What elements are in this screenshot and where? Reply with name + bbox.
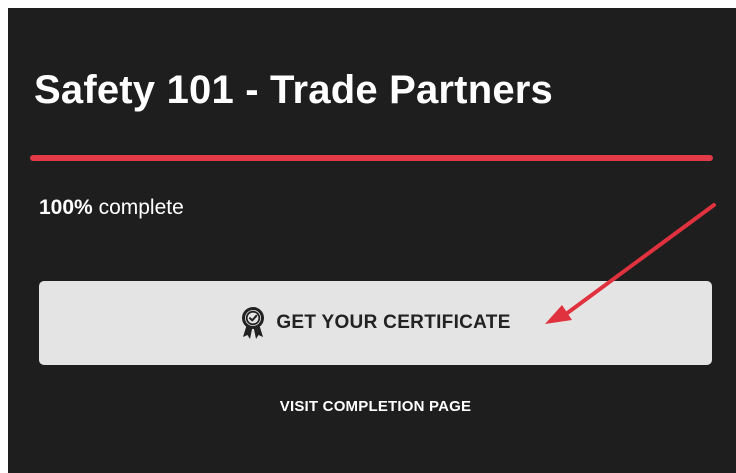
- course-title: Safety 101 - Trade Partners: [34, 68, 553, 112]
- get-certificate-label: GET YOUR CERTIFICATE: [276, 312, 511, 333]
- get-certificate-button[interactable]: GET YOUR CERTIFICATE: [39, 281, 712, 365]
- progress-bar-fill: [30, 155, 713, 161]
- progress-suffix: complete: [98, 196, 184, 219]
- progress-percent: 100%: [39, 196, 93, 219]
- progress-text: 100% complete: [39, 196, 184, 220]
- screenshot-frame: Safety 101 - Trade Partners 100% complet…: [0, 0, 736, 473]
- progress-bar: [30, 155, 713, 161]
- award-ribbon-icon: [242, 307, 265, 339]
- visit-completion-page-link[interactable]: VISIT COMPLETION PAGE: [39, 398, 712, 415]
